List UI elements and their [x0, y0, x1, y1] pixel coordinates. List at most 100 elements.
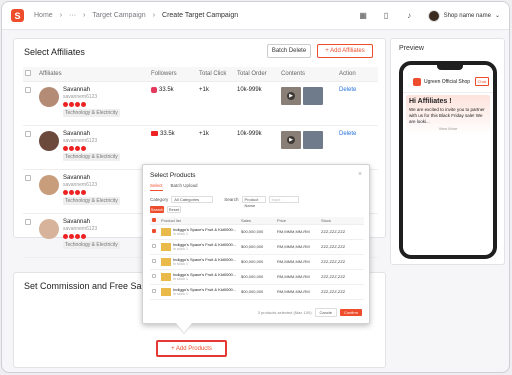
- followers-count: 33.5k: [160, 130, 175, 137]
- category-select[interactable]: All Categories: [171, 196, 214, 203]
- column-header: Action: [337, 67, 378, 82]
- search-button[interactable]: Search: [150, 206, 164, 213]
- total-click: +1k: [197, 81, 235, 126]
- row-checkbox[interactable]: [23, 169, 37, 214]
- affiliate-profile[interactable]: Savannah savannem6123 Technology & Electri…: [37, 213, 149, 258]
- delete-link[interactable]: Delete: [339, 131, 356, 137]
- product-name: Indiggo's Space's Fruit & Kid0000...: [173, 271, 237, 277]
- video-thumbnail[interactable]: [303, 130, 323, 149]
- search-input[interactable]: Input: [268, 196, 299, 203]
- add-products-button[interactable]: + Add Products: [156, 340, 227, 357]
- table-row[interactable]: Indiggo's Space's Fruit & Kid0000... In s…: [150, 269, 364, 285]
- affiliate-id: savannem6123: [63, 225, 98, 232]
- social-icons: [63, 189, 120, 195]
- affiliate-name: Savannah: [63, 218, 91, 225]
- breadcrumb-separator: ›: [152, 12, 156, 19]
- delete-link[interactable]: Delete: [339, 87, 356, 93]
- affiliate-id: savannem6123: [63, 137, 98, 144]
- affiliate-avatar: [39, 218, 59, 239]
- product-sales: $00,000,000: [239, 284, 275, 300]
- tab-select[interactable]: Select: [150, 183, 163, 191]
- cancel-button[interactable]: Cancle: [314, 308, 337, 317]
- product-image: [161, 272, 171, 281]
- affiliate-profile[interactable]: Savannah savannem6123 Technology & Electri…: [37, 81, 149, 126]
- shopee-logo-icon[interactable]: S: [11, 9, 24, 22]
- affiliate-profile[interactable]: Savannah savannem6123 Technology & Electri…: [37, 125, 149, 170]
- table-row[interactable]: Indiggo's Space's Fruit & Kid0000... In s…: [150, 254, 364, 270]
- confirm-button[interactable]: Confirm: [339, 309, 362, 316]
- search-field-select[interactable]: Product Name: [241, 196, 266, 208]
- grid-icon[interactable]: ▦: [359, 11, 368, 20]
- table-row[interactable]: Indiggo's Space's Fruit & Kid0000... In s…: [150, 224, 364, 240]
- table-header-row: Product list Sales Price Stock: [150, 217, 364, 225]
- preview-panel: Preview ‹ Ugreen Official Shop Chat Hi A…: [390, 38, 505, 265]
- breadcrumb-home[interactable]: Home: [34, 12, 53, 19]
- search-label: Search: [224, 197, 239, 202]
- breadcrumb-ellipsis[interactable]: ···: [69, 12, 76, 19]
- book-icon[interactable]: ▯: [382, 11, 391, 20]
- bell-icon[interactable]: ♪: [405, 11, 414, 20]
- tab-batch-upload[interactable]: Batch Upload: [171, 183, 198, 191]
- select-all-checkbox[interactable]: [23, 67, 37, 82]
- affiliate-avatar: [39, 174, 59, 195]
- breadcrumb-target-campaign[interactable]: Target Campaign: [92, 12, 145, 19]
- top-bar: S Home › ··· › Target Campaign › Create …: [2, 2, 509, 30]
- top-right-actions: ▦ ▯ ♪ Shop name name ⌄: [359, 9, 500, 22]
- affiliate-name: Savannah: [63, 174, 91, 181]
- add-affiliates-button[interactable]: + Add Affiliates: [317, 44, 373, 58]
- breadcrumb: Home › ··· › Target Campaign › Create Ta…: [34, 12, 238, 19]
- product-sales: $00,000,000: [239, 239, 275, 255]
- table-row[interactable]: Indiggo's Space's Fruit & Kid0000... In s…: [150, 239, 364, 255]
- instagram-icon: [151, 86, 157, 93]
- video-thumbnail[interactable]: ▶: [281, 86, 301, 105]
- close-icon[interactable]: ×: [358, 171, 362, 178]
- product-sub: In stock 1: [173, 261, 188, 266]
- product-stock: ZZZ,ZZZ,ZZZ: [319, 224, 364, 240]
- column-header: Product list: [159, 217, 239, 225]
- product-image: [161, 242, 171, 251]
- play-icon: ▶: [287, 135, 295, 144]
- column-header: Stock: [319, 217, 364, 225]
- video-thumbnail[interactable]: ▶: [281, 130, 301, 149]
- user-menu[interactable]: Shop name name ⌄: [427, 9, 500, 22]
- affiliate-profile[interactable]: Savannah savannem6123 Technology & Electri…: [37, 169, 149, 214]
- shop-logo-icon: [413, 77, 421, 86]
- reset-button[interactable]: Reset: [167, 206, 181, 213]
- total-order: 10k-999k: [235, 125, 279, 170]
- product-sales: $00,000,000: [239, 224, 275, 240]
- column-header: Sales: [239, 217, 275, 225]
- column-header: Contents: [279, 67, 337, 82]
- row-checkbox[interactable]: [23, 81, 37, 126]
- selected-count: 3 products selected (Max 100): [257, 310, 312, 315]
- row-checkbox[interactable]: [152, 229, 156, 233]
- row-checkbox[interactable]: [152, 259, 156, 263]
- row-checkbox[interactable]: [23, 125, 37, 170]
- row-checkbox[interactable]: [23, 213, 37, 258]
- product-name: Indiggo's Space's Fruit & Kid0000...: [173, 256, 237, 262]
- affiliate-id: savannem6123: [63, 181, 98, 188]
- product-sub: In stock 1: [173, 246, 188, 251]
- affiliate-avatar: [39, 86, 59, 107]
- video-thumbnail[interactable]: [303, 86, 323, 105]
- product-price: RM,MMM,MM-RM: [275, 284, 319, 300]
- youtube-icon: [151, 131, 158, 136]
- row-checkbox[interactable]: [152, 244, 156, 248]
- table-row[interactable]: Indiggo's Space's Fruit & Kid0000... In s…: [150, 284, 364, 300]
- play-icon: ▶: [287, 91, 295, 100]
- breadcrumb-separator: ›: [59, 12, 63, 19]
- product-stock: ZZZ,ZZZ,ZZZ: [319, 254, 364, 270]
- select-all-checkbox[interactable]: [150, 217, 159, 225]
- row-checkbox[interactable]: [152, 274, 156, 278]
- callout-pointer: [176, 323, 192, 333]
- product-stock: ZZZ,ZZZ,ZZZ: [319, 269, 364, 285]
- batch-delete-button[interactable]: Batch Delete: [267, 44, 311, 58]
- row-checkbox[interactable]: [152, 289, 156, 293]
- panel-title: Set Commission and Free Samp: [24, 281, 155, 291]
- breadcrumb-separator: ›: [83, 12, 86, 19]
- app-window: S Home › ··· › Target Campaign › Create …: [1, 1, 510, 373]
- category-tag: Technology & Electricity: [63, 152, 120, 161]
- product-sub: In stock 1: [173, 231, 188, 236]
- product-image: [161, 287, 171, 296]
- product-price: RM,MMM,MM-RM: [275, 254, 319, 270]
- products-table: Product list Sales Price Stock Indiggo's…: [150, 217, 364, 300]
